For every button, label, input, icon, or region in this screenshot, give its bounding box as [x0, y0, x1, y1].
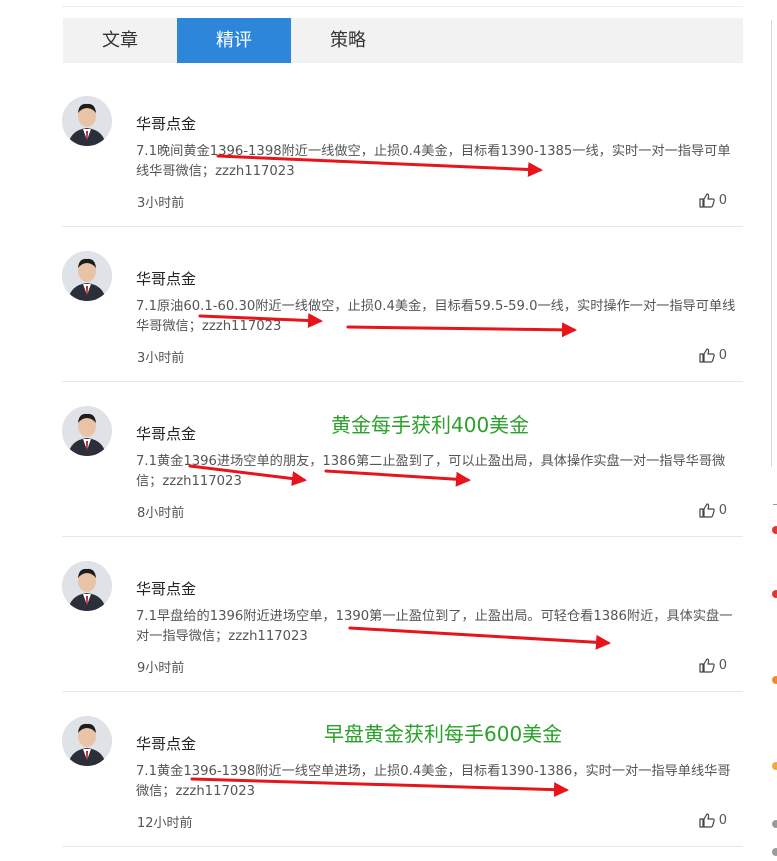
post-author: 华哥点金: [136, 735, 197, 753]
rail-dash: [773, 504, 777, 505]
like-button[interactable]: 0: [699, 813, 727, 828]
right-side-rail: [771, 0, 777, 861]
post-item: 华哥点金 7.1早盘给的1396附近进场空单，1390第一止盈位到了，止盈出局。…: [62, 537, 743, 692]
thumbs-up-icon: [699, 503, 715, 518]
tab-strategy[interactable]: 策略: [291, 18, 405, 63]
post-item: 华哥点金 7.1原油60.1-60.30附近一线做空，止损0.4美金，目标看59…: [62, 227, 743, 382]
rail-dot-gray[interactable]: [772, 848, 777, 856]
like-count: 0: [718, 193, 727, 208]
top-divider: [62, 6, 743, 7]
post-time: 3小时前: [137, 351, 185, 366]
post-item: 黄金每手获利400美金 华哥点金 7.1黄金1396进场空单的朋友，1386第二…: [62, 382, 743, 537]
rail-divider: [771, 20, 772, 467]
avatar[interactable]: [62, 406, 112, 456]
post-content: 7.1早盘给的1396附近进场空单，1390第一止盈位到了，止盈出局。可轻仓看1…: [136, 609, 733, 644]
post-time: 9小时前: [137, 661, 185, 676]
post-content: 7.1黄金1396-1398附近一线空单进场，止损0.4美金，目标看1390-1…: [136, 764, 731, 799]
avatar[interactable]: [62, 251, 112, 301]
post-time: 8小时前: [137, 506, 185, 521]
avatar[interactable]: [62, 561, 112, 611]
post-item: 早盘黄金获利每手600美金 华哥点金 7.1黄金1396-1398附近一线空单进…: [62, 692, 743, 847]
thumbs-up-icon: [699, 193, 715, 208]
like-count: 0: [718, 348, 727, 363]
profit-annotation: 黄金每手获利400美金: [331, 413, 530, 437]
rail-dot-orange[interactable]: [772, 676, 777, 684]
post-item: 华哥点金 7.1晚间黄金1396-1398附近一线做空，止损0.4美金，目标看1…: [62, 72, 743, 227]
rail-dot-yellow[interactable]: [772, 762, 777, 770]
rail-dot-red[interactable]: [772, 590, 777, 598]
tab-bar: 文章 精评 策略: [63, 18, 743, 63]
profit-annotation: 早盘黄金获利每手600美金: [324, 722, 563, 746]
tab-articles[interactable]: 文章: [63, 18, 177, 63]
post-feed: 华哥点金 7.1晚间黄金1396-1398附近一线做空，止损0.4美金，目标看1…: [62, 72, 743, 847]
like-button[interactable]: 0: [699, 348, 727, 363]
thumbs-up-icon: [699, 658, 715, 673]
post-author: 华哥点金: [136, 580, 197, 598]
like-button[interactable]: 0: [699, 503, 727, 518]
post-author: 华哥点金: [136, 425, 197, 443]
post-author: 华哥点金: [136, 115, 197, 133]
avatar[interactable]: [62, 716, 112, 766]
like-count: 0: [718, 813, 727, 828]
tab-reviews[interactable]: 精评: [177, 18, 291, 63]
post-time: 3小时前: [137, 196, 185, 211]
post-author: 华哥点金: [136, 270, 197, 288]
post-time: 12小时前: [137, 816, 193, 831]
like-button[interactable]: 0: [699, 193, 727, 208]
like-count: 0: [718, 503, 727, 518]
like-count: 0: [718, 658, 727, 673]
post-content: 7.1黄金1396进场空单的朋友，1386第二止盈到了，可以止盈出局，具体操作实…: [136, 454, 726, 489]
thumbs-up-icon: [699, 348, 715, 363]
post-content: 7.1晚间黄金1396-1398附近一线做空，止损0.4美金，目标看1390-1…: [136, 144, 731, 179]
like-button[interactable]: 0: [699, 658, 727, 673]
rail-dot-gray[interactable]: [772, 820, 777, 828]
post-content: 7.1原油60.1-60.30附近一线做空，止损0.4美金，目标看59.5-59…: [136, 299, 736, 334]
avatar[interactable]: [62, 96, 112, 146]
thumbs-up-icon: [699, 813, 715, 828]
rail-dot-red[interactable]: [772, 526, 777, 534]
